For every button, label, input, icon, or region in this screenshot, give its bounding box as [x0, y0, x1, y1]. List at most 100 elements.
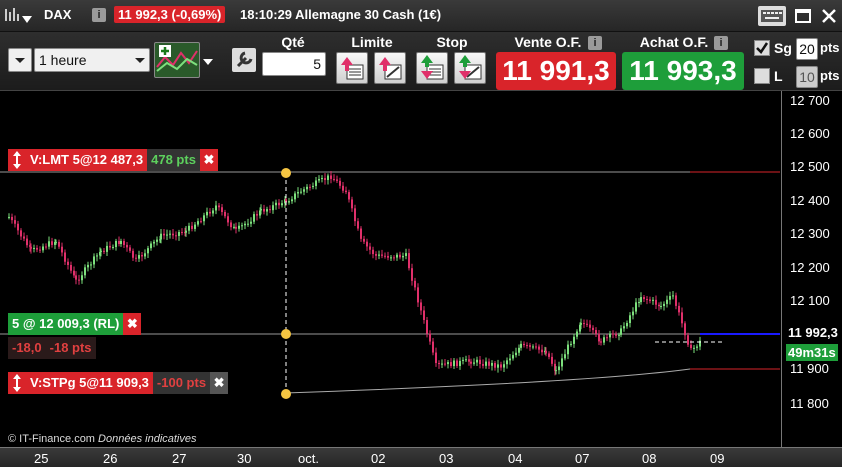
- limit-order-handle[interactable]: [281, 168, 291, 178]
- limit-order-tag[interactable]: V:LMT 5@12 487,3 478 pts ✖: [8, 149, 218, 171]
- candle-body: [598, 333, 600, 342]
- info-icon[interactable]: i: [714, 36, 728, 50]
- candle-body: [561, 358, 563, 367]
- sell-price-button[interactable]: 11 991,3: [496, 52, 616, 90]
- candle-body: [150, 243, 152, 249]
- candle-body: [618, 334, 620, 336]
- drag-arrows-icon[interactable]: [8, 372, 26, 394]
- drag-arrows-icon[interactable]: [8, 149, 26, 171]
- candle-body: [623, 326, 625, 329]
- candle-body: [238, 225, 240, 229]
- x-tick-label: 04: [508, 451, 523, 466]
- instrument-symbol[interactable]: DAX: [44, 7, 71, 22]
- buy-stop-button[interactable]: [416, 52, 448, 84]
- candle-body: [103, 250, 105, 252]
- x-tick-label: 30: [237, 451, 252, 466]
- position-tag[interactable]: 5 @ 12 009,3 (RL) ✖: [8, 313, 142, 335]
- window-icon[interactable]: [794, 7, 812, 25]
- l-checkbox[interactable]: [754, 68, 770, 84]
- chevron-down-icon[interactable]: [202, 54, 214, 65]
- menu-dropdown-button[interactable]: [8, 48, 32, 72]
- sg-input[interactable]: 20: [796, 38, 818, 60]
- candle-body: [408, 253, 410, 269]
- candle-countdown: 49m31s: [786, 344, 838, 361]
- buy-limit-button[interactable]: [336, 52, 368, 84]
- candle-body: [291, 199, 293, 202]
- candle-body: [123, 240, 125, 245]
- candle-body: [520, 343, 522, 348]
- candle-body: [354, 208, 356, 222]
- l-input[interactable]: 10: [796, 66, 818, 88]
- candle-body: [488, 361, 490, 366]
- y-tick-label: 12 200: [790, 260, 830, 275]
- candle-body: [153, 241, 155, 244]
- close-icon[interactable]: [820, 7, 838, 25]
- candle-body: [160, 233, 162, 240]
- candle-body: [39, 249, 41, 251]
- close-icon[interactable]: ✖: [123, 313, 142, 335]
- candle-body: [523, 343, 525, 346]
- position-handle[interactable]: [281, 329, 291, 339]
- chevron-down-icon[interactable]: [22, 11, 32, 23]
- sell-stop-icon: [459, 55, 482, 80]
- candle-body: [278, 202, 280, 206]
- price-axis[interactable]: 12 700 12 600 12 500 12 400 12 300 12 20…: [781, 91, 842, 447]
- position-text: 5 @ 12 009,3 (RL): [8, 313, 124, 335]
- footer-note: Données indicatives: [98, 433, 197, 445]
- candle-body: [583, 323, 585, 325]
- x-tick-label: 26: [103, 451, 118, 466]
- timeframe-select[interactable]: 1 heure: [34, 48, 150, 72]
- candle-body: [509, 358, 511, 361]
- close-icon[interactable]: ✖: [199, 149, 218, 171]
- limit-order-text: V:LMT 5@12 487,3: [26, 149, 148, 171]
- candle-body: [109, 245, 111, 248]
- candle-body: [603, 337, 605, 343]
- qty-value: 5: [313, 56, 321, 72]
- x-tick-label: oct.: [298, 451, 319, 466]
- sell-stop-button[interactable]: [454, 52, 486, 84]
- time-axis[interactable]: 25 26 27 30 oct. 02 03 04 07 08 09: [0, 447, 842, 467]
- candle-body: [241, 225, 243, 227]
- candle-body: [503, 364, 505, 368]
- candle-body: [646, 299, 648, 301]
- candle-body: [600, 341, 602, 343]
- close-icon[interactable]: ✖: [210, 372, 229, 394]
- candle-body: [309, 186, 311, 188]
- candle-body: [272, 205, 274, 211]
- candle-body: [17, 223, 19, 231]
- price-chart[interactable]: V:LMT 5@12 487,3 478 pts ✖ 5 @ 12 009,3 …: [0, 91, 780, 447]
- candle-body: [129, 247, 131, 251]
- candle-body: [209, 211, 211, 214]
- candle-body: [396, 254, 398, 258]
- candle-body: [244, 223, 246, 226]
- info-icon[interactable]: i: [92, 8, 106, 22]
- qty-input[interactable]: 5: [262, 52, 326, 76]
- stop-order-handle[interactable]: [281, 389, 291, 399]
- wrench-icon[interactable]: [232, 48, 256, 72]
- candle-body: [640, 297, 642, 303]
- indicators-button[interactable]: [154, 42, 200, 78]
- stop-order-tag[interactable]: V:STPg 5@11 909,3 -100 pts ✖: [8, 372, 229, 394]
- l-pts-label: pts: [820, 68, 840, 83]
- candle-body: [384, 255, 386, 257]
- candle-body: [444, 363, 446, 365]
- candle-body: [390, 257, 392, 259]
- candle-body: [36, 247, 38, 250]
- y-tick-label: 12 100: [790, 293, 830, 308]
- candle-body: [87, 264, 89, 268]
- candle-body: [435, 352, 437, 364]
- sell-limit-button[interactable]: [374, 52, 406, 84]
- position-pl-pts: -18 pts: [45, 337, 96, 359]
- candle-body: [690, 344, 692, 349]
- candle-body: [181, 232, 183, 234]
- keyboard-icon[interactable]: [758, 6, 786, 26]
- info-icon[interactable]: i: [588, 36, 602, 50]
- candle-body: [387, 255, 389, 258]
- candle-body: [324, 178, 326, 181]
- buy-price-button[interactable]: 11 993,3: [622, 52, 744, 90]
- candle-body: [381, 254, 383, 256]
- grid-icon[interactable]: [4, 7, 20, 23]
- stop-label: Stop: [436, 34, 468, 50]
- candle-body: [81, 275, 83, 281]
- sg-checkbox[interactable]: [754, 40, 770, 56]
